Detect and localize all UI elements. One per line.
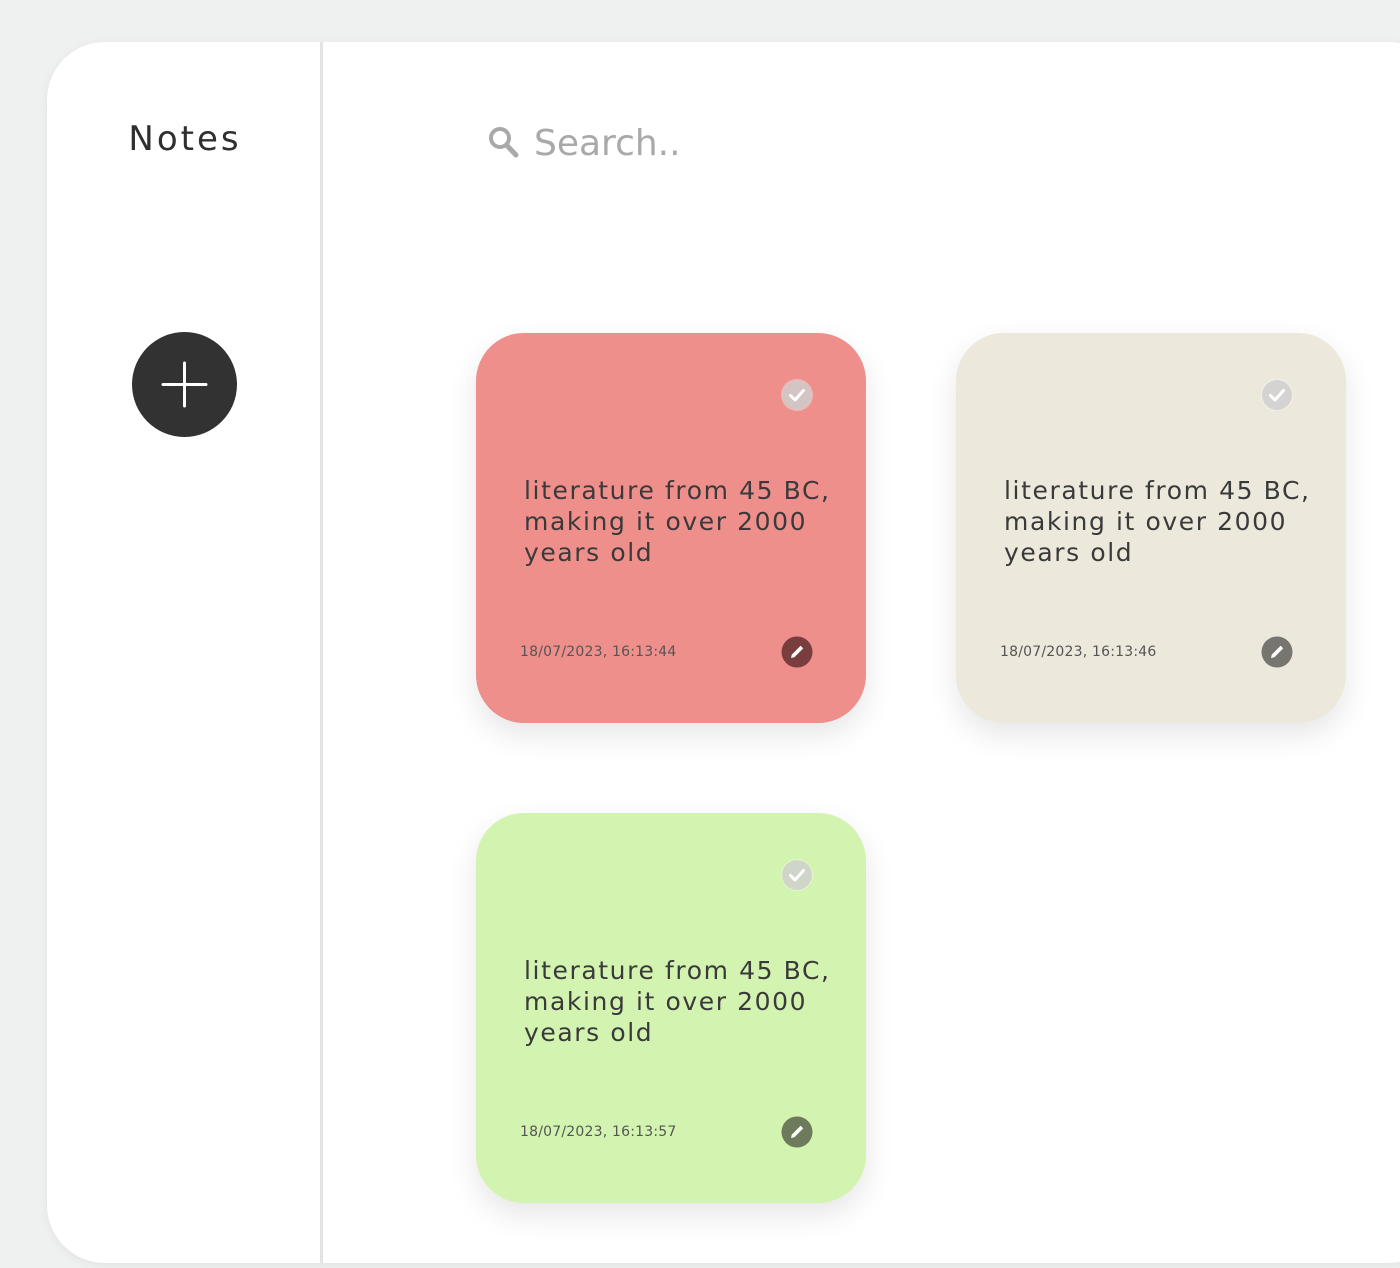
check-icon [782,860,812,890]
plus-icon [161,361,208,408]
app-title: Notes [128,119,242,159]
note-card: literature from 45 BC, making it over 20… [956,333,1346,723]
pencil-icon [781,1116,813,1148]
complete-note-button[interactable] [1261,379,1293,411]
pencil-icon [1261,636,1293,668]
add-note-button[interactable] [132,332,237,437]
complete-note-button[interactable] [781,859,813,891]
note-card: literature from 45 BC, making it over 20… [476,333,866,723]
search-input[interactable] [534,122,1054,164]
edit-note-button[interactable] [781,636,813,668]
edit-note-button[interactable] [781,1116,813,1148]
app-window: Notes literature from 45 BC, making it o… [47,42,1400,1263]
note-timestamp: 18/07/2023, 16:13:46 [1000,644,1157,660]
note-text: literature from 45 BC, making it over 20… [1004,476,1311,567]
search-bar [488,118,1054,168]
pencil-icon [781,636,813,668]
edit-note-button[interactable] [1261,636,1293,668]
note-text: literature from 45 BC, making it over 20… [524,956,831,1047]
sidebar: Notes [47,42,323,1263]
check-icon [1262,380,1292,410]
note-timestamp: 18/07/2023, 16:13:44 [520,644,677,660]
note-card: literature from 45 BC, making it over 20… [476,813,866,1203]
search-icon [489,127,519,158]
note-timestamp: 18/07/2023, 16:13:57 [520,1124,677,1140]
check-icon [782,380,812,410]
note-text: literature from 45 BC, making it over 20… [524,476,831,567]
complete-note-button[interactable] [781,379,813,411]
